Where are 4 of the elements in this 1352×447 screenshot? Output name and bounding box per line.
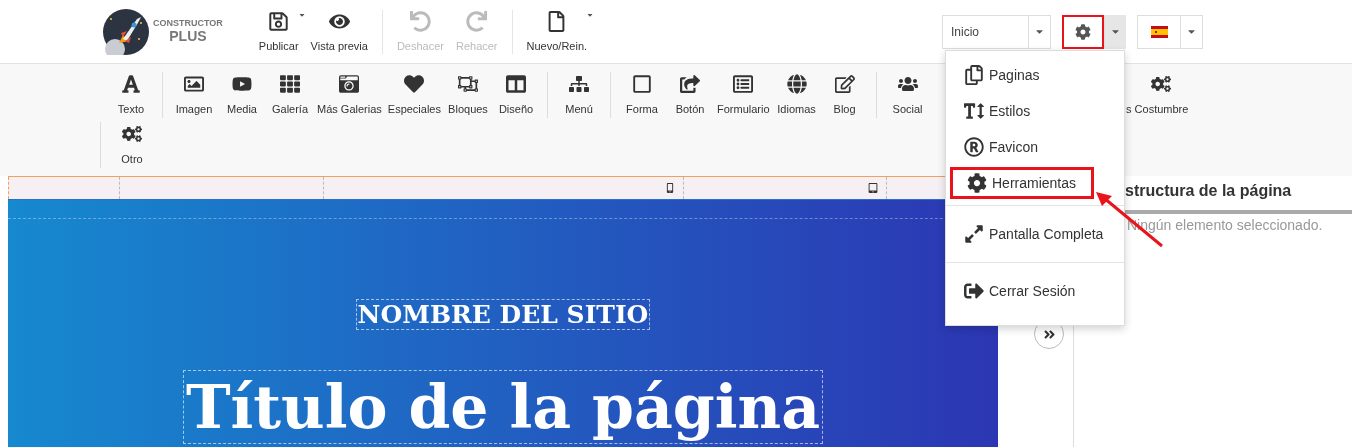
page-title: Título de la página: [182, 370, 824, 444]
logo-text: PLUS: [169, 28, 207, 45]
site-name: NOMBRE DEL SITIO: [355, 299, 651, 330]
logo-text: CONSTRUCTOR: [153, 18, 223, 29]
